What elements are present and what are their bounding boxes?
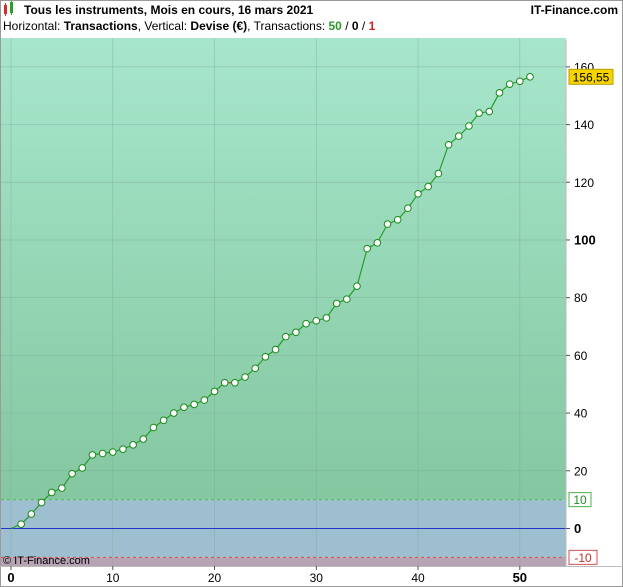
transaction-point — [160, 417, 167, 424]
y-tick-label: 100 — [574, 232, 596, 247]
transaction-point — [79, 465, 86, 472]
transaction-point — [486, 108, 493, 115]
y-tick-label: 0 — [574, 521, 581, 536]
subtitle-vertical-label: , Vertical: — [138, 19, 191, 33]
transaction-point — [517, 78, 524, 85]
transaction-point — [333, 300, 340, 307]
subtitle-horizontal-label: Horizontal: — [3, 19, 64, 33]
x-tick-label: 30 — [310, 571, 324, 585]
transaction-point — [323, 315, 330, 322]
transaction-point — [384, 221, 391, 228]
transaction-point — [405, 205, 412, 212]
transaction-point — [344, 296, 351, 303]
copyright-label: © IT-Finance.com — [3, 555, 90, 567]
upper-threshold-badge: 10 — [569, 493, 591, 508]
chart-subtitle: Horizontal: Transactions, Vertical: Devi… — [3, 19, 376, 33]
transaction-point — [130, 442, 137, 449]
transaction-point — [181, 404, 188, 411]
transaction-point — [466, 123, 473, 130]
transaction-point — [191, 401, 198, 408]
transaction-point — [272, 346, 279, 353]
transaction-point — [374, 240, 381, 247]
transaction-point — [69, 470, 76, 477]
transaction-point — [242, 374, 249, 381]
transaction-point — [252, 365, 259, 372]
last-value-label: 156,55 — [573, 70, 610, 84]
transaction-point — [303, 320, 310, 327]
y-tick-label: 120 — [574, 176, 594, 190]
transaction-point — [48, 489, 55, 496]
x-tick-label: 20 — [208, 571, 222, 585]
transaction-point — [445, 141, 452, 148]
transaction-point — [18, 521, 25, 528]
subtitle-transactions-label: , Transactions: — [247, 19, 328, 33]
transaction-point — [282, 333, 289, 340]
transactions-total-count: 50 — [329, 19, 343, 33]
transaction-point — [109, 449, 116, 456]
upper-threshold-label: 10 — [573, 493, 587, 507]
transaction-point — [150, 424, 157, 431]
transaction-point — [435, 170, 442, 177]
subtitle-horizontal-value: Transactions — [64, 19, 138, 33]
brand-link[interactable]: IT-Finance.com — [531, 3, 618, 17]
transaction-point — [120, 446, 127, 453]
transaction-point — [232, 379, 239, 386]
transaction-point — [527, 74, 534, 81]
y-tick-label: 80 — [574, 291, 588, 305]
profit-zone — [1, 38, 566, 500]
x-tick-label: 50 — [513, 570, 527, 585]
x-tick-label: 0 — [7, 570, 14, 585]
x-tick-label: 10 — [106, 571, 120, 585]
transaction-point — [415, 191, 422, 198]
transaction-point — [293, 329, 300, 336]
transaction-point — [364, 245, 371, 252]
transaction-point — [394, 216, 401, 223]
last-value-badge: 156,55 — [569, 69, 613, 84]
transaction-point — [262, 354, 269, 361]
subtitle-separator: / — [359, 19, 369, 33]
transaction-point — [455, 133, 462, 140]
y-tick-label: 40 — [574, 407, 588, 421]
transaction-point — [354, 283, 361, 290]
transaction-point — [59, 485, 66, 492]
transaction-point — [506, 81, 513, 88]
equity-chart: Tous les instruments, Mois en cours, 16 … — [0, 0, 623, 587]
x-tick-label: 40 — [411, 571, 425, 585]
transaction-point — [221, 379, 228, 386]
lower-threshold-label: -10 — [574, 551, 592, 565]
transaction-point — [313, 317, 320, 324]
subtitle-vertical-value: Devise (€) — [190, 19, 247, 33]
chart-title: Tous les instruments, Mois en cours, 16 … — [24, 3, 314, 17]
transaction-point — [89, 452, 96, 459]
lower-threshold-badge: -10 — [569, 550, 597, 565]
transaction-point — [171, 410, 178, 417]
transaction-point — [201, 397, 208, 404]
subtitle-separator: / — [342, 19, 352, 33]
transaction-point — [211, 388, 218, 395]
transaction-point — [496, 90, 503, 97]
transaction-point — [140, 436, 147, 443]
y-tick-label: 60 — [574, 349, 588, 363]
y-tick-label: 20 — [574, 464, 588, 478]
y-tick-label: 140 — [574, 118, 594, 132]
transaction-point — [99, 450, 106, 457]
transaction-point — [425, 183, 432, 190]
transaction-point — [38, 499, 45, 506]
transactions-negative-count: 1 — [369, 19, 376, 33]
transaction-point — [28, 511, 35, 518]
transaction-point — [476, 110, 483, 117]
